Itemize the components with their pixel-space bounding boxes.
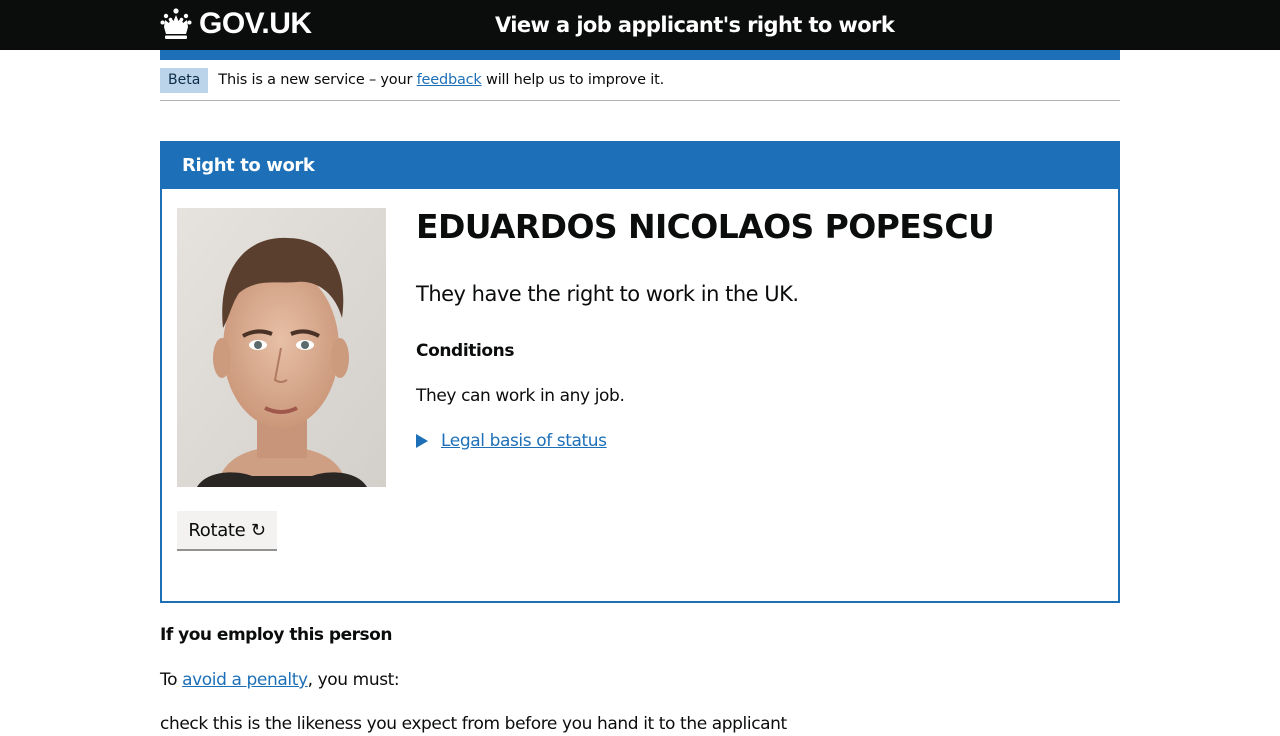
applicant-photo: [177, 208, 386, 487]
phase-banner: Beta This is a new service – your feedba…: [160, 68, 1120, 101]
beta-tag: Beta: [160, 68, 209, 93]
instruction-list-item: check this is the likeness you expect fr…: [160, 714, 787, 734]
right-to-work-card: Right to work Rotate ↻ EDUARDOS NICOLAOS…: [160, 141, 1120, 603]
phase-text-before: This is a new service – your: [218, 72, 417, 88]
legal-basis-details[interactable]: Legal basis of status: [416, 429, 607, 453]
conditions-text: They can work in any job.: [416, 386, 625, 406]
header-blue-bar: [160, 50, 1120, 60]
service-name[interactable]: View a job applicant's right to work: [495, 11, 895, 39]
govuk-logo-link[interactable]: GOV.UK: [160, 7, 312, 41]
crown-icon: [160, 8, 192, 39]
govuk-header: GOV.UK View a job applicant's right to w…: [0, 0, 1280, 50]
feedback-link[interactable]: feedback: [417, 72, 482, 88]
card-title: Right to work: [182, 155, 315, 176]
phase-text-after: will help us to improve it.: [481, 72, 664, 88]
logo-text: GOV.UK: [199, 7, 312, 40]
penalty-text-before: To: [160, 670, 183, 690]
rotate-button[interactable]: Rotate ↻: [177, 511, 277, 549]
conditions-heading: Conditions: [416, 341, 515, 361]
person-name: EDUARDOS NICOLAOS POPESCU: [416, 207, 995, 246]
status-text: They have the right to work in the UK.: [416, 282, 799, 306]
card-header: Right to work: [162, 143, 1118, 189]
triangle-right-icon[interactable]: [416, 434, 428, 448]
avoid-penalty-link[interactable]: avoid a penalty: [182, 670, 308, 690]
penalty-paragraph: To avoid a penalty, you must:: [160, 668, 400, 692]
portrait-image: [177, 208, 386, 487]
penalty-text-after: , you must:: [307, 670, 400, 690]
employ-heading: If you employ this person: [160, 625, 392, 645]
phase-banner-text: This is a new service – your feedback wi…: [218, 68, 664, 93]
legal-basis-summary-link[interactable]: Legal basis of status: [441, 429, 607, 453]
